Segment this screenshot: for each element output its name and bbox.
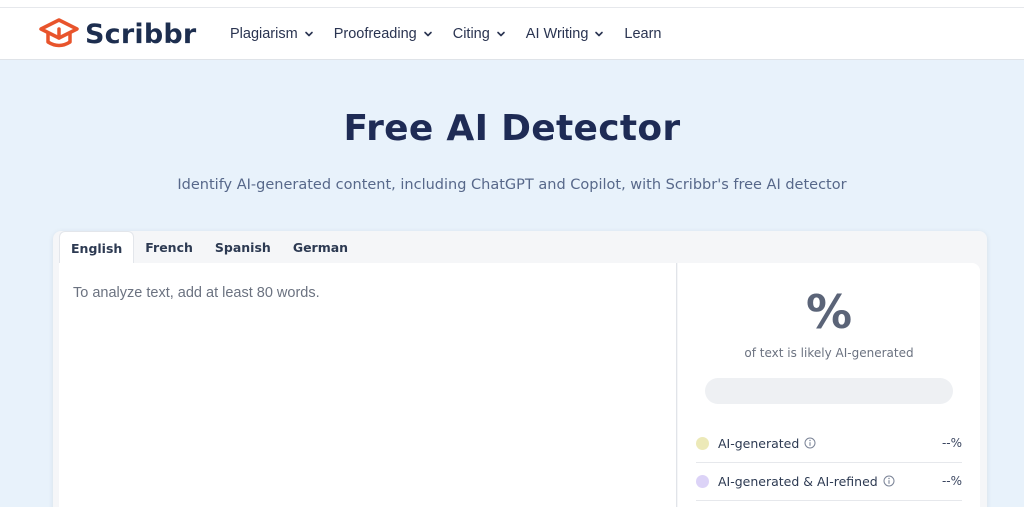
site-header: Scribbr Plagiarism Proofreading Citing A… — [0, 8, 1024, 60]
tab-french[interactable]: French — [134, 231, 204, 264]
legend-dot — [696, 474, 709, 488]
divider — [696, 462, 962, 463]
logo[interactable]: Scribbr — [38, 17, 196, 51]
ai-percentage: % — [805, 285, 853, 339]
ai-score-bar — [705, 378, 953, 404]
info-icon[interactable] — [883, 475, 895, 487]
legend-dot — [696, 436, 709, 450]
logo-text: Scribbr — [85, 18, 197, 50]
result-row-ai-refined: AI-generated & AI-refined --% — [696, 469, 962, 493]
result-value: --% — [941, 436, 962, 450]
result-label: AI-generated & AI-refined — [718, 473, 878, 489]
main-nav: Plagiarism Proofreading Citing AI Writin… — [230, 8, 681, 60]
tab-english[interactable]: English — [59, 231, 135, 264]
tab-german[interactable]: German — [282, 231, 359, 264]
tab-spanish[interactable]: Spanish — [204, 231, 282, 264]
chevron-down-icon — [304, 31, 313, 37]
nav-label: Citing — [452, 26, 490, 42]
result-row-ai-generated: AI-generated --% — [696, 431, 962, 455]
text-input-placeholder: To analyze text, add at least 80 words. — [73, 285, 320, 301]
nav-ai-writing[interactable]: AI Writing — [526, 26, 605, 42]
page-title: Free AI Detector — [343, 108, 681, 149]
nav-label: AI Writing — [525, 26, 589, 42]
chevron-down-icon — [595, 31, 604, 37]
detector-card: English French Spanish German To analyze… — [53, 231, 987, 507]
ai-percentage-label: of text is likely AI-generated — [744, 346, 914, 360]
top-strip — [0, 0, 1024, 8]
chevron-down-icon — [496, 31, 505, 37]
results-panel: % of text is likely AI-generated AI-gene… — [678, 263, 980, 507]
result-value: --% — [941, 474, 962, 488]
nav-label: Learn — [624, 26, 662, 42]
info-icon[interactable] — [804, 437, 816, 449]
nav-citing[interactable]: Citing — [453, 26, 506, 42]
result-label: AI-generated — [718, 435, 800, 451]
nav-label: Proofreading — [333, 26, 417, 42]
page-subtitle: Identify AI-generated content, including… — [177, 177, 847, 193]
chevron-down-icon — [423, 31, 432, 37]
nav-learn[interactable]: Learn — [624, 26, 661, 42]
nav-plagiarism[interactable]: Plagiarism — [230, 26, 314, 42]
divider — [696, 500, 962, 501]
text-input-area[interactable]: To analyze text, add at least 80 words. — [59, 263, 677, 507]
graduation-cap-logo-icon — [39, 18, 79, 48]
nav-label: Plagiarism — [230, 26, 298, 42]
language-tabs: English French Spanish German — [59, 231, 359, 264]
nav-proofreading[interactable]: Proofreading — [334, 26, 433, 42]
